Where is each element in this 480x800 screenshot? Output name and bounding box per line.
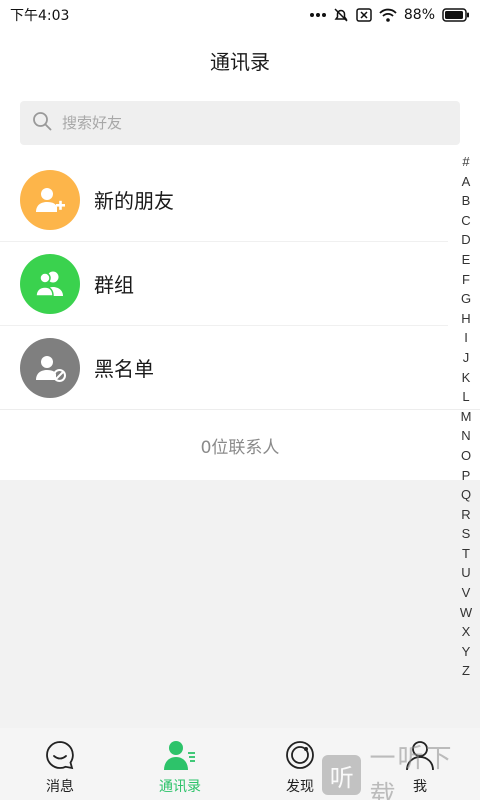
add-user-icon: [20, 169, 80, 230]
status-bar: 下午4:03 88%: [0, 0, 480, 30]
mute-alarm-icon: [333, 7, 349, 23]
alphabet-letter[interactable]: K: [462, 368, 471, 388]
blocked-user-icon: [20, 337, 80, 398]
alphabet-letter[interactable]: Q: [461, 485, 471, 505]
alphabet-letter[interactable]: Y: [462, 642, 471, 662]
wifi-icon: [379, 8, 397, 22]
alphabet-letter[interactable]: U: [461, 563, 470, 583]
search-bar[interactable]: [20, 101, 460, 145]
nav-tab-label: 发现: [286, 779, 314, 795]
alphabet-letter[interactable]: N: [461, 426, 470, 446]
status-icons: 88%: [309, 7, 470, 23]
more-dots-icon: [309, 12, 326, 18]
alphabet-letter[interactable]: B: [462, 191, 471, 211]
alphabet-letter[interactable]: F: [462, 270, 470, 290]
nav-tab-me[interactable]: 我: [360, 728, 480, 800]
list-item-label: 群组: [94, 273, 134, 297]
alphabet-letter[interactable]: P: [462, 466, 471, 486]
contact-list: 新的朋友 群组 黑名单: [0, 158, 480, 410]
nav-tab-label: 我: [413, 779, 427, 795]
nav-tab-contacts[interactable]: 通讯录: [120, 728, 240, 800]
alphabet-letter[interactable]: V: [462, 583, 471, 603]
alphabet-letter[interactable]: I: [464, 328, 468, 348]
alphabet-letter[interactable]: W: [460, 603, 472, 623]
discover-icon: [283, 738, 317, 772]
nav-tab-messages[interactable]: 消息: [0, 728, 120, 800]
alphabet-letter[interactable]: C: [461, 211, 470, 231]
alphabet-letter[interactable]: H: [461, 309, 470, 329]
bottom-nav: 消息 通讯录 发现 我: [0, 728, 480, 800]
contact-count: 0位联系人: [200, 437, 280, 458]
contacts-icon: [163, 738, 197, 772]
page-title: 通讯录: [210, 50, 270, 74]
alphabet-letter[interactable]: R: [461, 505, 470, 525]
alphabet-letter[interactable]: #: [462, 152, 469, 172]
list-item-label: 黑名单: [94, 357, 154, 381]
alphabet-letter[interactable]: G: [461, 289, 471, 309]
search-input[interactable]: [62, 114, 422, 132]
group-icon: [20, 253, 80, 314]
list-item-groups[interactable]: 群组: [0, 242, 448, 326]
battery-icon: [442, 8, 470, 22]
list-item-new-friends[interactable]: 新的朋友: [0, 158, 448, 242]
alphabet-letter[interactable]: M: [461, 407, 472, 427]
status-time: 下午4:03: [10, 8, 70, 24]
search-icon: [32, 111, 52, 135]
chat-bubble-icon: [43, 738, 77, 772]
alphabet-letter[interactable]: O: [461, 446, 471, 466]
nav-tab-label: 通讯录: [159, 779, 201, 795]
nav-tab-discover[interactable]: 发现: [240, 728, 360, 800]
alphabet-letter[interactable]: X: [462, 622, 471, 642]
alphabet-letter[interactable]: E: [462, 250, 471, 270]
alphabet-letter[interactable]: Z: [462, 661, 470, 681]
alphabet-letter[interactable]: T: [462, 544, 470, 564]
battery-percent: 88%: [403, 7, 435, 23]
alphabet-letter[interactable]: D: [461, 230, 470, 250]
alphabet-index[interactable]: # A B C D E F G H I J K L M N O P Q R S T U V W X Y Z: [458, 152, 474, 681]
alphabet-letter[interactable]: L: [462, 387, 469, 407]
alphabet-letter[interactable]: S: [462, 524, 471, 544]
alphabet-letter[interactable]: J: [463, 348, 470, 368]
list-item-label: 新的朋友: [94, 189, 174, 213]
nav-tab-label: 消息: [46, 779, 74, 795]
alphabet-letter[interactable]: A: [462, 172, 471, 192]
list-item-blacklist[interactable]: 黑名单: [0, 326, 448, 410]
sim-blocked-icon: [356, 8, 372, 22]
profile-icon: [403, 738, 437, 772]
